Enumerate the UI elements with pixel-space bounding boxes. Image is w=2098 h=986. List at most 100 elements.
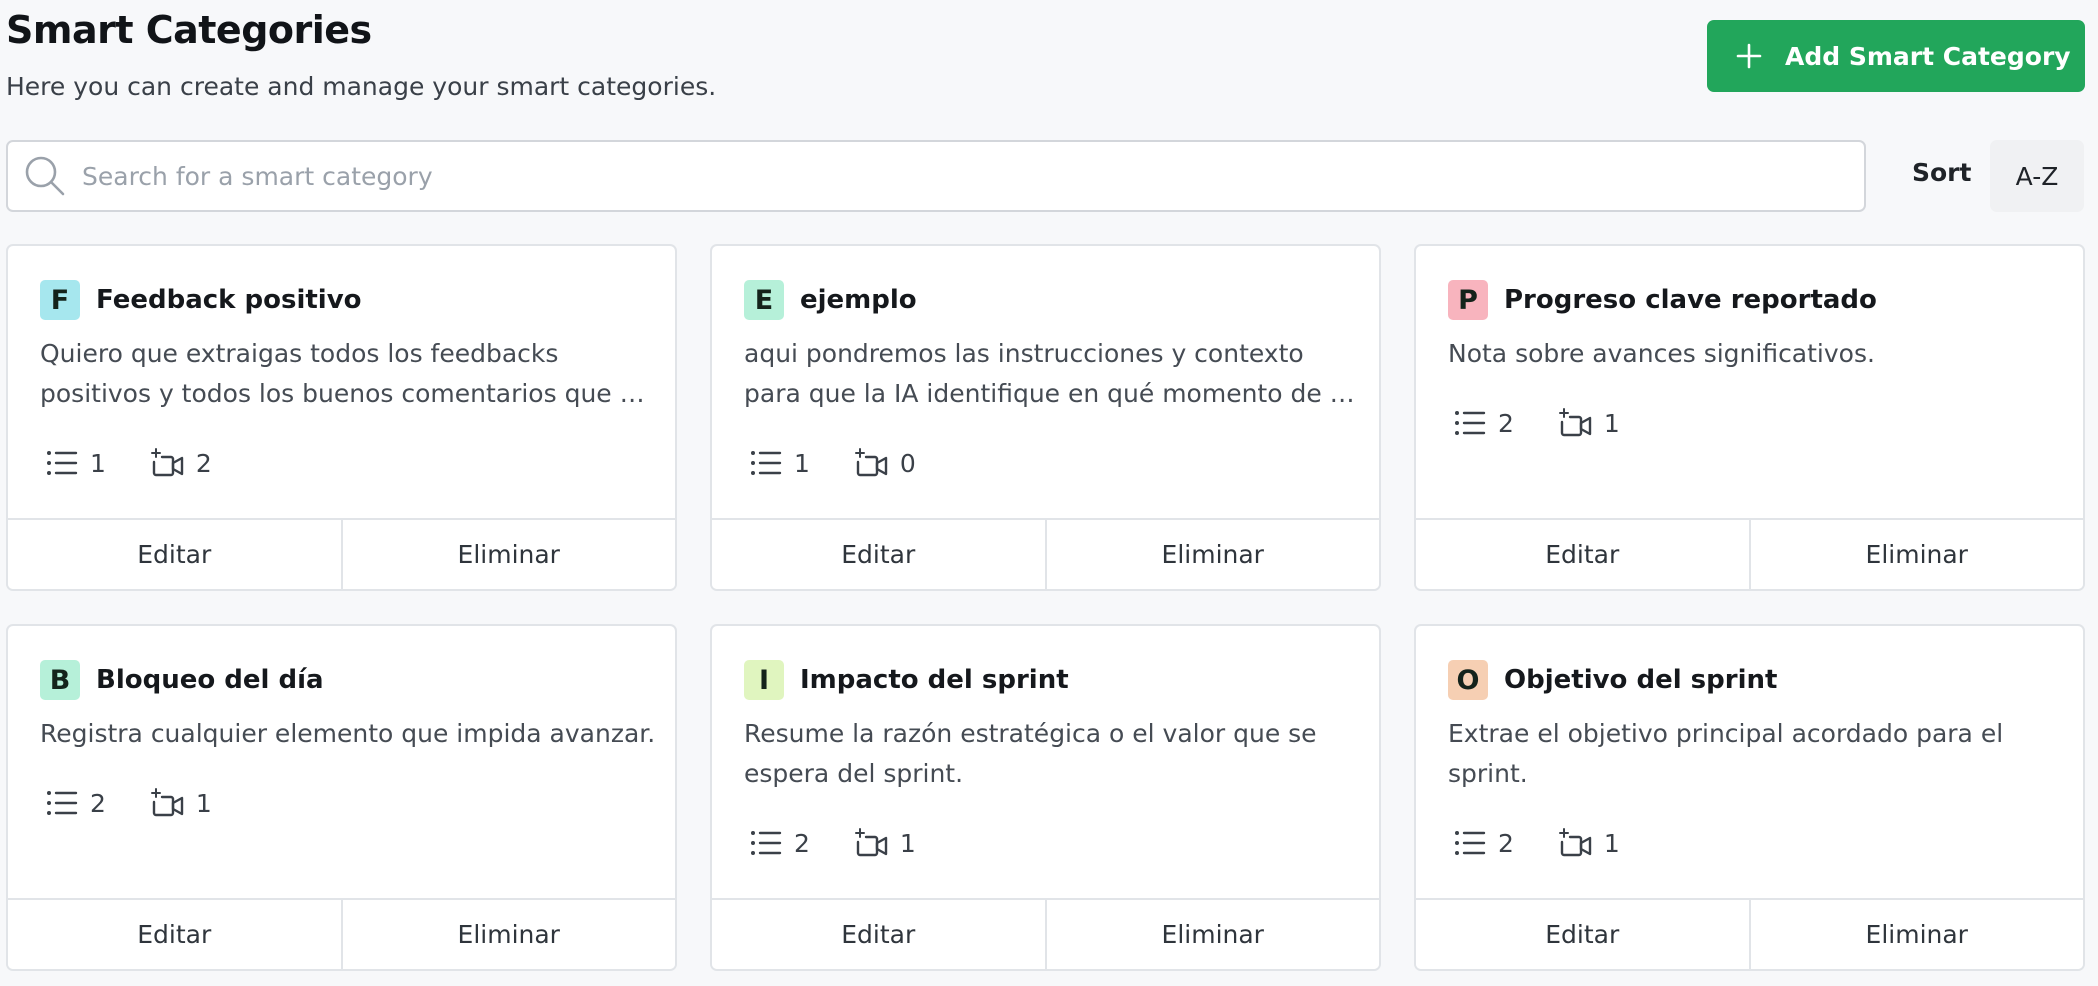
video-sparkle-icon: [150, 448, 184, 477]
item-count-stat: 2: [1454, 409, 1514, 438]
search-box: [6, 140, 1866, 212]
smart-category-card: I Impacto del sprint Resume la razón est…: [710, 624, 1381, 971]
smart-category-card: B Bloqueo del día Registra cualquier ele…: [6, 624, 677, 971]
recording-count-stat: 2: [150, 448, 212, 478]
category-description: Quiero que extraigas todos los feedbacks…: [40, 339, 649, 408]
edit-button[interactable]: Editar: [8, 520, 341, 589]
list-icon: [1455, 831, 1486, 855]
category-description: aqui pondremos las instrucciones y conte…: [744, 339, 1352, 408]
edit-button[interactable]: Editar: [712, 900, 1045, 969]
card-header: O Objetivo del sprint: [1448, 660, 1777, 700]
category-initial-badge: F: [40, 280, 80, 320]
delete-button[interactable]: Eliminar: [1748, 520, 2083, 589]
category-stats: 2 1: [750, 828, 960, 858]
item-count: 1: [794, 448, 810, 478]
video-sparkle-icon: [854, 828, 888, 857]
smart-categories-page: Smart Categories Here you can create and…: [0, 0, 2098, 986]
edit-button[interactable]: Editar: [1416, 520, 1749, 589]
category-title: Feedback positivo: [96, 285, 362, 315]
list-icon: [47, 791, 78, 815]
list-icon: [751, 831, 782, 855]
add-smart-category-button[interactable]: Add Smart Category: [1707, 20, 2085, 92]
category-title: Progreso clave reportado: [1504, 285, 1877, 315]
card-actions: Editar Eliminar: [1416, 518, 2083, 589]
category-stats: 1 2: [46, 448, 256, 478]
delete-button[interactable]: Eliminar: [1044, 520, 1379, 589]
video-sparkle-icon: [1558, 408, 1592, 437]
recording-count: 1: [195, 788, 212, 818]
item-count-stat: 1: [46, 449, 106, 478]
category-title: Objetivo del sprint: [1504, 665, 1778, 695]
video-sparkle-icon: [1558, 828, 1592, 857]
add-smart-category-label: Add Smart Category: [1785, 41, 2071, 71]
category-title: Bloqueo del día: [96, 665, 324, 695]
recording-count: 1: [1603, 828, 1620, 858]
category-description: Resume la razón estratégica o el valor q…: [744, 719, 1317, 788]
card-header: E ejemplo: [744, 280, 917, 320]
category-stats: 2 1: [1454, 828, 1664, 858]
category-initial-badge: B: [40, 660, 80, 700]
smart-category-card: E ejemplo aqui pondremos las instruccion…: [710, 244, 1381, 591]
delete-button[interactable]: Eliminar: [340, 900, 675, 969]
card-header: B Bloqueo del día: [40, 660, 324, 700]
card-header: I Impacto del sprint: [744, 660, 1069, 700]
list-icon: [1455, 411, 1486, 435]
category-description: Registra cualquier elemento que impida a…: [40, 719, 656, 748]
sort-order-button[interactable]: A-Z: [1990, 140, 2084, 212]
recording-count-stat: 0: [854, 448, 916, 478]
recording-count: 0: [899, 448, 916, 478]
recording-count-stat: 1: [1558, 408, 1620, 438]
plus-icon: [1736, 43, 1762, 69]
delete-button[interactable]: Eliminar: [1748, 900, 2083, 969]
category-initial-badge: O: [1448, 660, 1488, 700]
card-actions: Editar Eliminar: [8, 518, 675, 589]
category-description: Extrae el objetivo principal acordado pa…: [1448, 719, 2004, 788]
video-sparkle-icon: [150, 788, 184, 817]
item-count-stat: 2: [46, 789, 106, 818]
category-stats: 2 1: [46, 788, 256, 818]
recording-count: 1: [899, 828, 916, 858]
category-title: ejemplo: [800, 285, 917, 315]
category-title: Impacto del sprint: [800, 665, 1069, 695]
recording-count-stat: 1: [150, 788, 212, 818]
card-actions: Editar Eliminar: [8, 898, 675, 969]
list-icon: [751, 451, 782, 475]
category-initial-badge: E: [744, 280, 784, 320]
recording-count-stat: 1: [854, 828, 916, 858]
page-title: Smart Categories: [6, 8, 372, 52]
category-initial-badge: I: [744, 660, 784, 700]
category-stats: 2 1: [1454, 408, 1664, 438]
item-count: 2: [1498, 828, 1514, 858]
search-icon: [25, 156, 65, 196]
category-initial-badge: P: [1448, 280, 1488, 320]
card-actions: Editar Eliminar: [1416, 898, 2083, 969]
delete-button[interactable]: Eliminar: [340, 520, 675, 589]
smart-category-card: O Objetivo del sprint Extrae el objetivo…: [1414, 624, 2085, 971]
video-sparkle-icon: [854, 448, 888, 477]
edit-button[interactable]: Editar: [712, 520, 1045, 589]
recording-count: 1: [1603, 408, 1620, 438]
card-actions: Editar Eliminar: [712, 518, 1379, 589]
item-count: 2: [90, 788, 106, 818]
category-description: Nota sobre avances significativos.: [1448, 339, 1875, 368]
card-header: F Feedback positivo: [40, 280, 362, 320]
category-stats: 1 0: [750, 448, 960, 478]
item-count-stat: 2: [1454, 829, 1514, 858]
edit-button[interactable]: Editar: [1416, 900, 1749, 969]
item-count: 1: [90, 448, 106, 478]
card-header: P Progreso clave reportado: [1448, 280, 1877, 320]
page-subtitle: Here you can create and manage your smar…: [6, 72, 717, 101]
item-count-stat: 2: [750, 829, 810, 858]
edit-button[interactable]: Editar: [8, 900, 341, 969]
item-count: 2: [1498, 408, 1514, 438]
item-count: 2: [794, 828, 810, 858]
recording-count: 2: [195, 448, 212, 478]
smart-category-card: F Feedback positivo Quiero que extraigas…: [6, 244, 677, 591]
delete-button[interactable]: Eliminar: [1044, 900, 1379, 969]
recording-count-stat: 1: [1558, 828, 1620, 858]
item-count-stat: 1: [750, 449, 810, 478]
list-icon: [47, 451, 78, 475]
card-actions: Editar Eliminar: [712, 898, 1379, 969]
search-input[interactable]: [82, 146, 1842, 206]
smart-category-card: P Progreso clave reportado Nota sobre av…: [1414, 244, 2085, 591]
